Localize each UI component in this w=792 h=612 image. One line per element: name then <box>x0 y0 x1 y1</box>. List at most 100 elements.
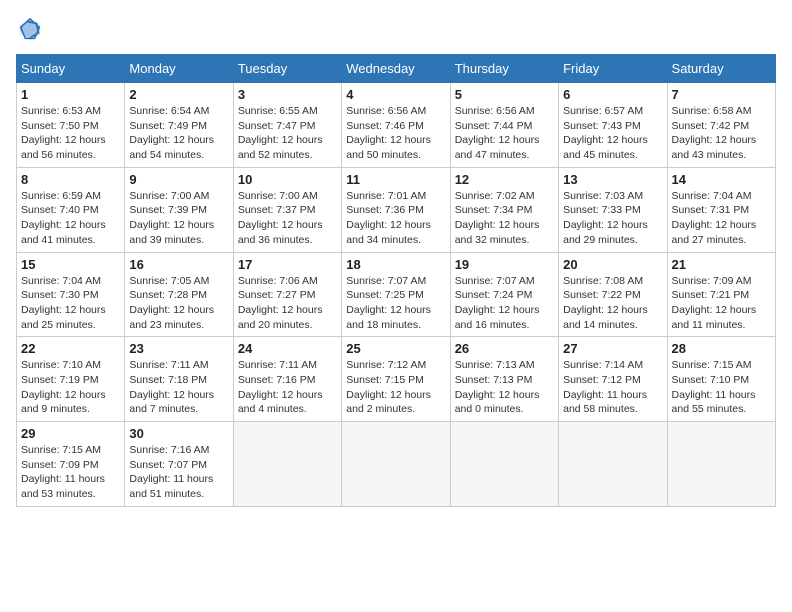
day-number: 17 <box>238 257 337 272</box>
calendar-day-cell: 9 Sunrise: 7:00 AMSunset: 7:39 PMDaylight… <box>125 167 233 252</box>
calendar-day-cell: 26Sunrise: 7:13 AMSunset: 7:13 PMDayligh… <box>450 337 558 422</box>
day-number: 10 <box>238 172 337 187</box>
calendar-day-cell: 17Sunrise: 7:06 AMSunset: 7:27 PMDayligh… <box>233 252 341 337</box>
day-detail: Sunrise: 7:09 AMSunset: 7:21 PMDaylight:… <box>672 274 771 333</box>
day-detail: Sunrise: 7:00 AMSunset: 7:39 PMDaylight:… <box>129 189 228 248</box>
day-detail: Sunrise: 7:03 AMSunset: 7:33 PMDaylight:… <box>563 189 662 248</box>
day-detail: Sunrise: 7:01 AMSunset: 7:36 PMDaylight:… <box>346 189 445 248</box>
weekday-header: Saturday <box>667 55 775 83</box>
day-detail: Sunrise: 7:05 AMSunset: 7:28 PMDaylight:… <box>129 274 228 333</box>
day-detail: Sunrise: 7:04 AMSunset: 7:30 PMDaylight:… <box>21 274 120 333</box>
calendar-day-cell <box>342 422 450 507</box>
weekday-header: Friday <box>559 55 667 83</box>
calendar-day-cell: 22Sunrise: 7:10 AMSunset: 7:19 PMDayligh… <box>17 337 125 422</box>
day-detail: Sunrise: 7:07 AMSunset: 7:24 PMDaylight:… <box>455 274 554 333</box>
day-number: 22 <box>21 341 120 356</box>
day-number: 21 <box>672 257 771 272</box>
day-detail: Sunrise: 6:59 AMSunset: 7:40 PMDaylight:… <box>21 189 120 248</box>
day-detail: Sunrise: 6:57 AMSunset: 7:43 PMDaylight:… <box>563 104 662 163</box>
calendar-day-cell: 5 Sunrise: 6:56 AMSunset: 7:44 PMDaylight… <box>450 83 558 168</box>
day-number: 11 <box>346 172 445 187</box>
day-detail: Sunrise: 7:14 AMSunset: 7:12 PMDaylight:… <box>563 358 662 417</box>
day-number: 6 <box>563 87 662 102</box>
day-number: 24 <box>238 341 337 356</box>
calendar-day-cell: 21 Sunrise: 7:09 AMSunset: 7:21 PMDayligh… <box>667 252 775 337</box>
day-number: 15 <box>21 257 120 272</box>
calendar-week-row: 1 Sunrise: 6:53 AMSunset: 7:50 PMDaylight… <box>17 83 776 168</box>
weekday-header: Thursday <box>450 55 558 83</box>
day-detail: Sunrise: 7:15 AMSunset: 7:09 PMDaylight:… <box>21 443 120 502</box>
day-detail: Sunrise: 7:02 AMSunset: 7:34 PMDaylight:… <box>455 189 554 248</box>
weekday-header: Wednesday <box>342 55 450 83</box>
calendar-day-cell: 7 Sunrise: 6:58 AMSunset: 7:42 PMDaylight… <box>667 83 775 168</box>
calendar-week-row: 29 Sunrise: 7:15 AMSunset: 7:09 PMDayligh… <box>17 422 776 507</box>
day-number: 14 <box>672 172 771 187</box>
day-number: 7 <box>672 87 771 102</box>
calendar-day-cell: 25 Sunrise: 7:12 AMSunset: 7:15 PMDayligh… <box>342 337 450 422</box>
day-number: 27 <box>563 341 662 356</box>
calendar-day-cell: 11 Sunrise: 7:01 AMSunset: 7:36 PMDayligh… <box>342 167 450 252</box>
day-number: 2 <box>129 87 228 102</box>
day-number: 1 <box>21 87 120 102</box>
day-detail: Sunrise: 7:08 AMSunset: 7:22 PMDaylight:… <box>563 274 662 333</box>
calendar-day-cell: 27 Sunrise: 7:14 AMSunset: 7:12 PMDayligh… <box>559 337 667 422</box>
logo-icon <box>16 16 44 44</box>
calendar-day-cell: 6 Sunrise: 6:57 AMSunset: 7:43 PMDaylight… <box>559 83 667 168</box>
calendar-day-cell: 4 Sunrise: 6:56 AMSunset: 7:46 PMDaylight… <box>342 83 450 168</box>
calendar-day-cell: 12 Sunrise: 7:02 AMSunset: 7:34 PMDayligh… <box>450 167 558 252</box>
weekday-header: Monday <box>125 55 233 83</box>
page-header <box>16 16 776 44</box>
calendar-day-cell <box>667 422 775 507</box>
calendar-day-cell: 28 Sunrise: 7:15 AMSunset: 7:10 PMDayligh… <box>667 337 775 422</box>
day-number: 12 <box>455 172 554 187</box>
day-detail: Sunrise: 6:56 AMSunset: 7:44 PMDaylight:… <box>455 104 554 163</box>
calendar-day-cell: 30 Sunrise: 7:16 AMSunset: 7:07 PMDayligh… <box>125 422 233 507</box>
day-detail: Sunrise: 7:11 AMSunset: 7:18 PMDaylight:… <box>129 358 228 417</box>
calendar-day-cell: 24 Sunrise: 7:11 AMSunset: 7:16 PMDayligh… <box>233 337 341 422</box>
day-number: 5 <box>455 87 554 102</box>
calendar-day-cell: 13 Sunrise: 7:03 AMSunset: 7:33 PMDayligh… <box>559 167 667 252</box>
calendar-day-cell: 14Sunrise: 7:04 AMSunset: 7:31 PMDayligh… <box>667 167 775 252</box>
weekday-header: Sunday <box>17 55 125 83</box>
calendar-header-row: SundayMondayTuesdayWednesdayThursdayFrid… <box>17 55 776 83</box>
calendar-week-row: 15 Sunrise: 7:04 AMSunset: 7:30 PMDayligh… <box>17 252 776 337</box>
day-number: 8 <box>21 172 120 187</box>
calendar-week-row: 22Sunrise: 7:10 AMSunset: 7:19 PMDayligh… <box>17 337 776 422</box>
day-number: 29 <box>21 426 120 441</box>
calendar-day-cell: 19Sunrise: 7:07 AMSunset: 7:24 PMDayligh… <box>450 252 558 337</box>
weekday-header: Tuesday <box>233 55 341 83</box>
calendar-day-cell <box>450 422 558 507</box>
calendar-day-cell: 16 Sunrise: 7:05 AMSunset: 7:28 PMDayligh… <box>125 252 233 337</box>
logo <box>16 16 48 44</box>
calendar-day-cell: 2 Sunrise: 6:54 AMSunset: 7:49 PMDaylight… <box>125 83 233 168</box>
day-detail: Sunrise: 7:12 AMSunset: 7:15 PMDaylight:… <box>346 358 445 417</box>
calendar-day-cell: 3Sunrise: 6:55 AMSunset: 7:47 PMDaylight… <box>233 83 341 168</box>
day-number: 16 <box>129 257 228 272</box>
calendar-week-row: 8 Sunrise: 6:59 AMSunset: 7:40 PMDaylight… <box>17 167 776 252</box>
day-number: 25 <box>346 341 445 356</box>
day-number: 9 <box>129 172 228 187</box>
day-detail: Sunrise: 7:11 AMSunset: 7:16 PMDaylight:… <box>238 358 337 417</box>
calendar-day-cell <box>559 422 667 507</box>
calendar-day-cell: 8 Sunrise: 6:59 AMSunset: 7:40 PMDaylight… <box>17 167 125 252</box>
calendar-day-cell: 1 Sunrise: 6:53 AMSunset: 7:50 PMDaylight… <box>17 83 125 168</box>
calendar-day-cell: 10Sunrise: 7:00 AMSunset: 7:37 PMDayligh… <box>233 167 341 252</box>
calendar-day-cell: 18Sunrise: 7:07 AMSunset: 7:25 PMDayligh… <box>342 252 450 337</box>
day-number: 4 <box>346 87 445 102</box>
calendar-table: SundayMondayTuesdayWednesdayThursdayFrid… <box>16 54 776 507</box>
day-number: 23 <box>129 341 228 356</box>
day-number: 20 <box>563 257 662 272</box>
day-detail: Sunrise: 7:15 AMSunset: 7:10 PMDaylight:… <box>672 358 771 417</box>
day-number: 28 <box>672 341 771 356</box>
day-detail: Sunrise: 7:16 AMSunset: 7:07 PMDaylight:… <box>129 443 228 502</box>
calendar-day-cell: 23 Sunrise: 7:11 AMSunset: 7:18 PMDayligh… <box>125 337 233 422</box>
day-number: 13 <box>563 172 662 187</box>
day-number: 30 <box>129 426 228 441</box>
day-detail: Sunrise: 6:56 AMSunset: 7:46 PMDaylight:… <box>346 104 445 163</box>
day-detail: Sunrise: 6:55 AMSunset: 7:47 PMDaylight:… <box>238 104 337 163</box>
day-detail: Sunrise: 6:58 AMSunset: 7:42 PMDaylight:… <box>672 104 771 163</box>
day-detail: Sunrise: 6:53 AMSunset: 7:50 PMDaylight:… <box>21 104 120 163</box>
calendar-day-cell: 15 Sunrise: 7:04 AMSunset: 7:30 PMDayligh… <box>17 252 125 337</box>
day-detail: Sunrise: 6:54 AMSunset: 7:49 PMDaylight:… <box>129 104 228 163</box>
calendar-day-cell: 20 Sunrise: 7:08 AMSunset: 7:22 PMDayligh… <box>559 252 667 337</box>
